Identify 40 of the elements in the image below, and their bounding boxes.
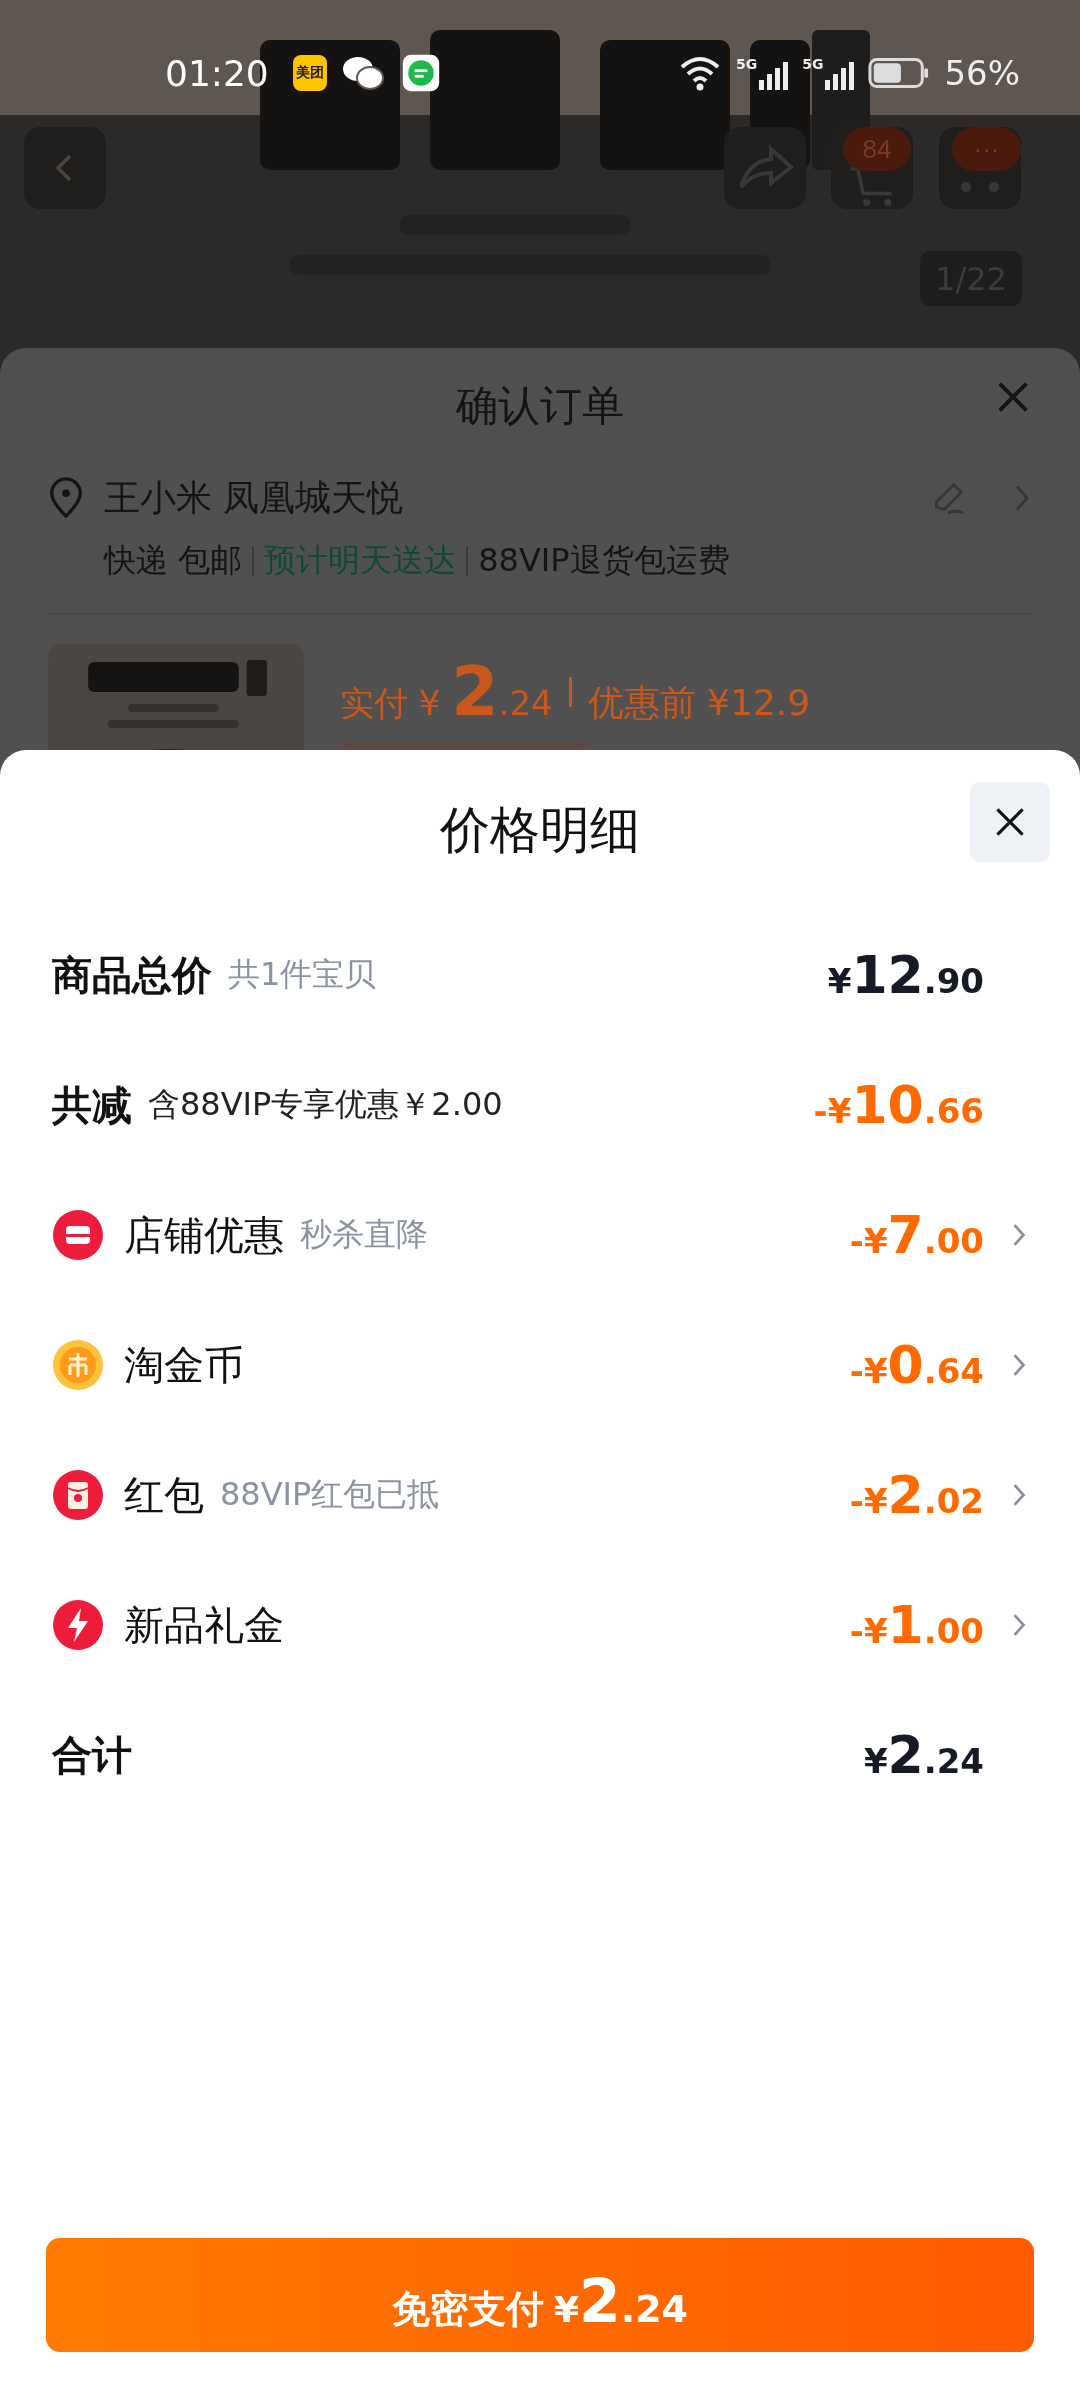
- sheet-title: 价格明细: [440, 799, 640, 861]
- price-note: 共1件宝贝: [228, 954, 377, 995]
- paid-price: 实付 ¥2.24: [340, 652, 553, 731]
- message-badge: ···: [952, 127, 1021, 171]
- clock-time: 01:20: [165, 52, 269, 94]
- original-price: 优惠前 ¥12.9: [587, 681, 811, 725]
- battery-percent: 56%: [944, 53, 1020, 93]
- price-label: 商品总价: [52, 950, 212, 1000]
- price-label: 红包: [124, 1470, 204, 1520]
- price-amount: -¥10.66: [813, 1075, 984, 1135]
- shop-icon: [52, 1209, 104, 1261]
- close-button[interactable]: [970, 782, 1050, 862]
- battery-icon: [868, 57, 931, 89]
- delivery-info: 快递 包邮: [104, 540, 243, 581]
- envelope-icon: [52, 1469, 104, 1521]
- delivery-info: 88VIP退货包运费: [478, 540, 730, 581]
- price-note: 秒杀直降: [300, 1214, 428, 1255]
- price-amount: -¥2.02: [849, 1465, 984, 1525]
- price-amount: ¥2.24: [863, 1725, 984, 1785]
- more-button[interactable]: ···: [939, 127, 1021, 209]
- location-pin-icon: [48, 477, 84, 519]
- pay-button[interactable]: 免密支付 ¥2.24: [46, 2238, 1034, 2352]
- price-label: 共减: [52, 1080, 132, 1130]
- price-label: 新品礼金: [124, 1600, 284, 1650]
- price-amount: -¥1.00: [849, 1595, 984, 1655]
- lightning-icon: [52, 1599, 104, 1651]
- app-icon: 美团: [292, 55, 327, 91]
- address-text[interactable]: 王小米 凤凰城天悦: [104, 473, 404, 523]
- price-amount: ¥12.90: [827, 945, 984, 1005]
- price-amount: -¥0.64: [849, 1335, 984, 1395]
- sheet-title: 确认订单: [456, 379, 624, 432]
- coin-icon: [52, 1339, 104, 1391]
- price-label: 合计: [52, 1730, 132, 1780]
- delivery-info: 预计明天送达: [264, 540, 457, 581]
- price-label: 淘金币: [124, 1340, 244, 1390]
- price-note: 含88VIP专享优惠￥2.00: [148, 1084, 503, 1125]
- dots-icon: [960, 181, 1000, 193]
- price-label: 店铺优惠: [124, 1210, 284, 1260]
- price-amount: -¥7.00: [849, 1205, 984, 1265]
- price-note: 88VIP红包已抵: [220, 1474, 440, 1515]
